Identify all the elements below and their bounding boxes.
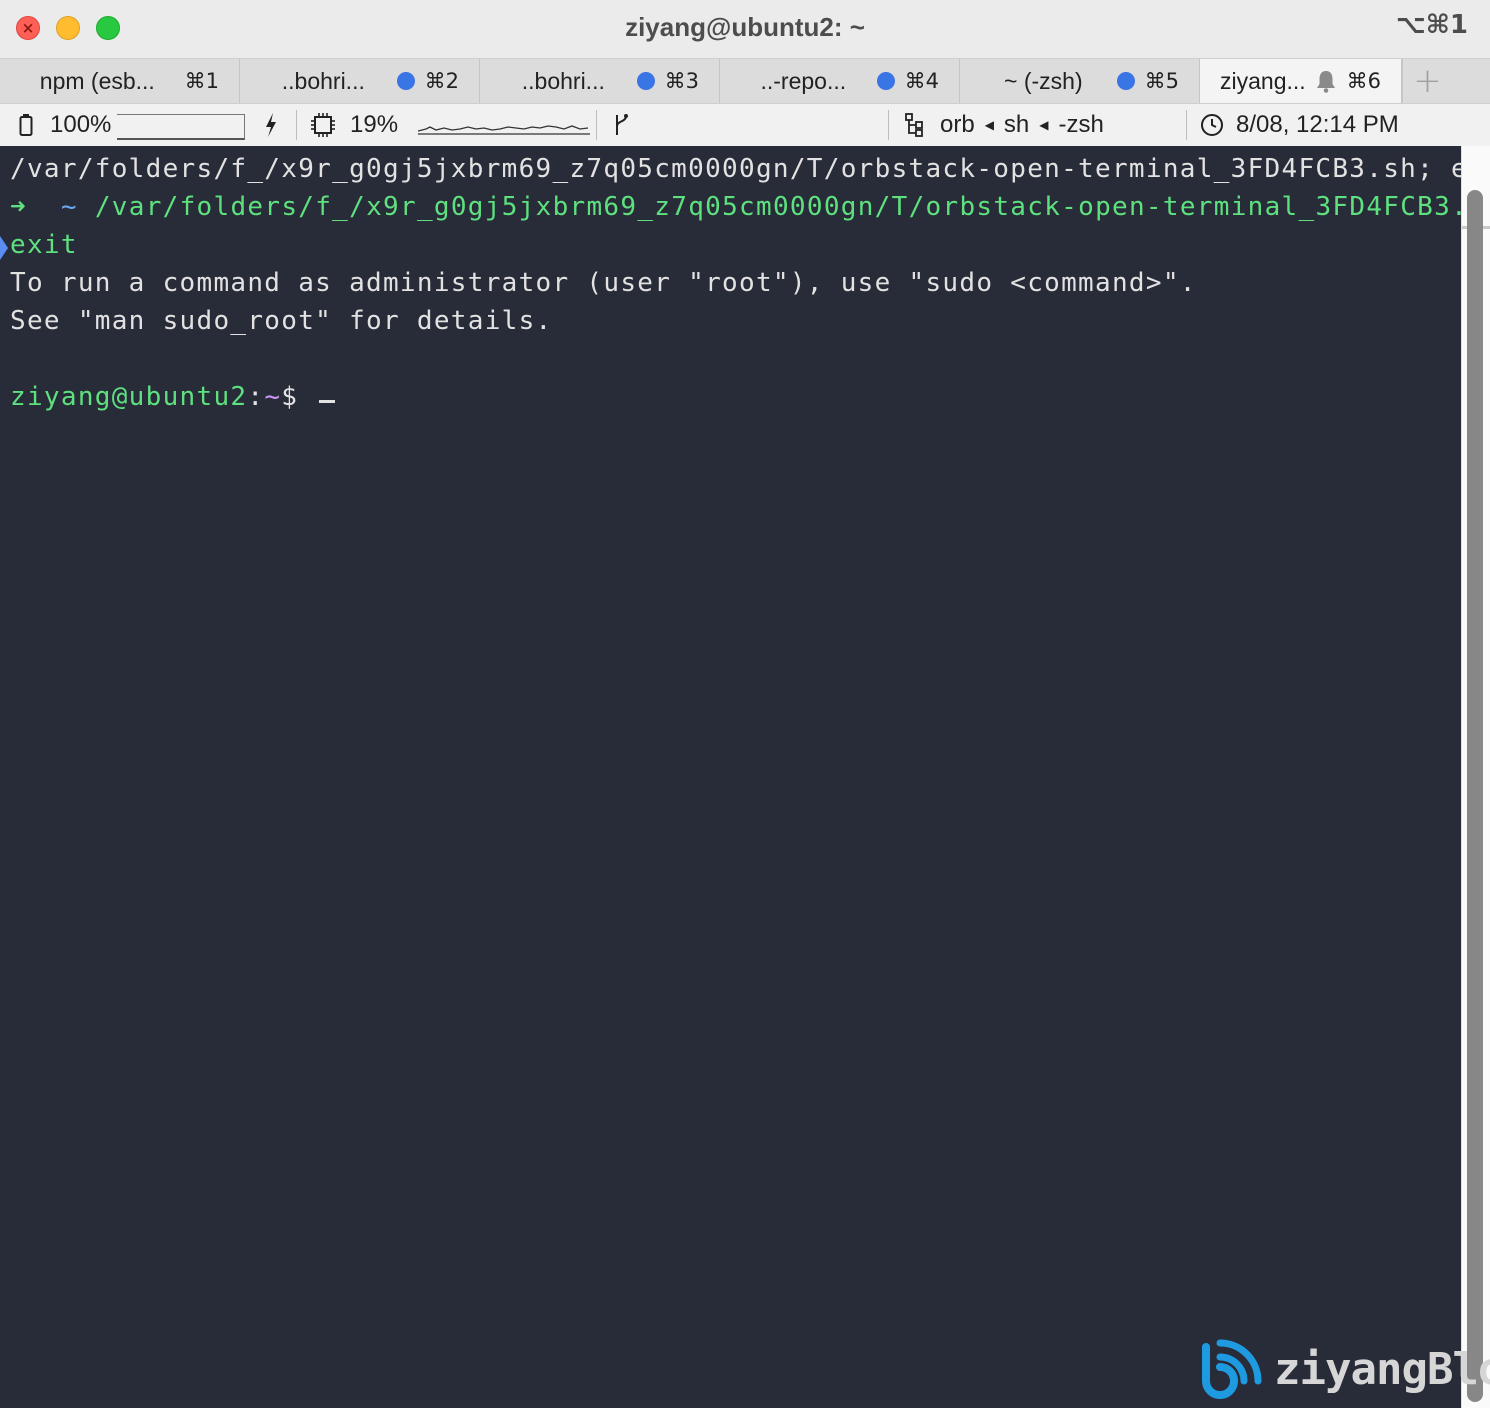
tab-bar: npm (esb... ⌘1 ..bohri... ⌘2 ..bohri... … <box>0 58 1490 104</box>
command-mark-icon <box>0 236 8 260</box>
cpu-percent: 19% <box>350 111 399 138</box>
blog-logo-icon <box>1202 1339 1262 1399</box>
cpu-sparkline <box>418 125 591 135</box>
prompt-arrow: ➜ <box>10 192 27 222</box>
activity-dot-icon <box>396 72 415 90</box>
terminal-line: /var/folders/f_/x9r_g0gj5jxbrm69_z7q05cm… <box>10 154 1461 184</box>
chevron-left-icon: ◀ <box>984 118 994 132</box>
job-path-item: -zsh <box>1058 111 1104 138</box>
tab-shortcut: ⌘2 <box>424 69 459 93</box>
charging-bolt-icon <box>266 113 277 137</box>
clock-icon <box>1201 114 1223 136</box>
status-divider <box>596 110 597 140</box>
job-path-item: sh <box>1003 111 1030 138</box>
shell-prompt: ziyang@ubuntu2:~$ <box>10 378 336 416</box>
tab-4[interactable]: ..-repo... ⌘4 <box>720 59 960 103</box>
status-divider <box>1186 110 1187 140</box>
prompt-path: ~ <box>264 382 282 412</box>
tab-title: ..bohri... <box>521 67 605 94</box>
clock-status: 8/08, 12:14 PM <box>1200 104 1399 146</box>
title-bar: × ziyang@ubuntu2: ~ ⌥⌘1 <box>0 0 1490 58</box>
window-shortcut: ⌥⌘1 <box>1395 10 1468 40</box>
prompt-user-host: ziyang@ubuntu2 <box>10 382 248 412</box>
git-branch-status <box>612 104 632 146</box>
prompt-dollar: $ <box>281 382 299 412</box>
prompt-tilde: ~ <box>60 192 78 222</box>
terminal-output[interactable]: /var/folders/f_/x9r_g0gj5jxbrm69_z7q05cm… <box>0 146 1461 1408</box>
terminal-line: exit <box>10 230 78 260</box>
cpu-chip-icon <box>311 113 335 137</box>
command-text: /var/folders/f_/x9r_g0gj5jxbrm69_z7q05cm… <box>94 192 1461 222</box>
git-branch-icon <box>616 114 628 135</box>
watermark-text: ziyangBlog <box>1274 1343 1490 1395</box>
tab-shortcut: ⌘1 <box>184 69 219 93</box>
activity-dot-icon <box>876 72 895 90</box>
window-title: ziyang@ubuntu2: ~ <box>625 12 865 42</box>
status-divider <box>888 110 889 140</box>
tab-shortcut: ⌘5 <box>1144 69 1179 93</box>
chevron-left-icon: ◀ <box>1039 118 1049 132</box>
battery-status: 100% <box>18 104 281 146</box>
cpu-status: 19% <box>310 104 591 146</box>
tab-title: ~ (-zsh) <box>1004 67 1083 94</box>
tab-shortcut: ⌘6 <box>1346 69 1381 93</box>
job-path-status: orb ◀ sh ◀ -zsh <box>904 104 1104 146</box>
tab-3[interactable]: ..bohri... ⌘3 <box>480 59 720 103</box>
scrollbar-thumb[interactable] <box>1467 190 1483 1402</box>
activity-dot-icon <box>1116 72 1135 90</box>
tab-title: ..-repo... <box>760 67 847 94</box>
bell-icon <box>1316 71 1335 93</box>
terminal-line: To run a command as administrator (user … <box>10 268 1197 298</box>
prompt-colon: : <box>247 382 265 412</box>
terminal-line: ➜ ~ /var/folders/f_/x9r_g0gj5jxbrm69_z7q… <box>10 188 1461 226</box>
terminal-line: See "man sudo_root" for details. <box>10 306 553 336</box>
tab-5[interactable]: ~ (-zsh) ⌘5 <box>960 59 1200 103</box>
status-divider <box>296 110 297 140</box>
tab-title: ..bohri... <box>281 67 365 94</box>
tab-1[interactable]: npm (esb... ⌘1 <box>0 59 240 103</box>
battery-icon <box>19 114 33 136</box>
status-bar: 100% 19% orb ◀ sh ◀ -zsh 8/08, 12:14 PM <box>0 104 1490 146</box>
text-cursor <box>319 400 336 403</box>
datetime: 8/08, 12:14 PM <box>1236 111 1399 138</box>
watermark: ziyangBlog <box>1198 1336 1490 1402</box>
tab-title: ziyang... <box>1220 67 1305 94</box>
battery-meter <box>117 114 246 140</box>
job-path-item: orb <box>940 111 975 138</box>
new-tab-button[interactable]: + <box>1402 59 1452 103</box>
tab-title: npm (esb... <box>39 67 155 94</box>
tab-2[interactable]: ..bohri... ⌘2 <box>240 59 480 103</box>
battery-percent: 100% <box>50 111 112 138</box>
tab-6[interactable]: ziyang... ⌘6 <box>1200 59 1402 103</box>
process-tree-icon <box>905 113 923 137</box>
activity-dot-icon <box>636 72 655 90</box>
tab-shortcut: ⌘3 <box>664 69 699 93</box>
tab-shortcut: ⌘4 <box>904 69 939 93</box>
